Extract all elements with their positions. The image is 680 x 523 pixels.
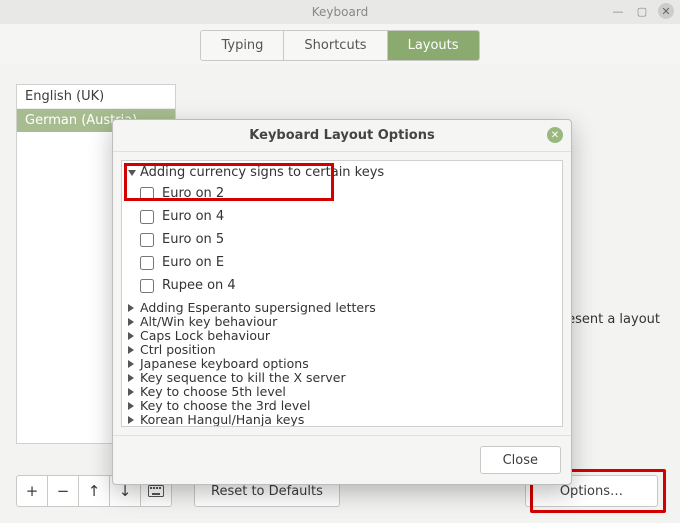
option-euro-on-4[interactable]: Euro on 4 <box>122 205 562 228</box>
tab-typing[interactable]: Typing <box>201 31 284 60</box>
group-esperanto[interactable]: Adding Esperanto supersigned letters <box>122 301 562 315</box>
group-currency-label: Adding currency signs to certain keys <box>140 165 384 180</box>
group-caps-lock[interactable]: Caps Lock behaviour <box>122 329 562 343</box>
group-korean[interactable]: Korean Hangul/Hanja keys <box>122 413 562 427</box>
tab-shortcuts[interactable]: Shortcuts <box>284 31 387 60</box>
dialog-close-icon[interactable]: ✕ <box>547 127 563 143</box>
chevron-right-icon <box>128 416 134 424</box>
chevron-right-icon <box>128 360 134 368</box>
option-euro-on-2[interactable]: Euro on 2 <box>122 182 562 205</box>
chevron-right-icon <box>128 402 134 410</box>
remove-layout-button[interactable]: − <box>47 475 79 507</box>
layout-item-english[interactable]: English (UK) <box>17 85 175 109</box>
option-euro-on-e[interactable]: Euro on E <box>122 251 562 274</box>
chevron-right-icon <box>128 388 134 396</box>
dialog-title: Keyboard Layout Options ✕ <box>113 120 571 152</box>
add-layout-button[interactable]: + <box>16 475 48 507</box>
dialog-title-text: Keyboard Layout Options <box>249 128 434 143</box>
group-ctrl-position[interactable]: Ctrl position <box>122 343 562 357</box>
group-3rd-level[interactable]: Key to choose the 3rd level <box>122 399 562 413</box>
chevron-right-icon <box>128 346 134 354</box>
checkbox-euro-on-2[interactable] <box>140 187 154 201</box>
chevron-right-icon <box>128 374 134 382</box>
option-rupee-on-4[interactable]: Rupee on 4 <box>122 274 562 297</box>
window-titlebar: Keyboard — ▢ ✕ <box>0 0 680 24</box>
chevron-right-icon <box>128 332 134 340</box>
group-alt-win[interactable]: Alt/Win key behaviour <box>122 315 562 329</box>
option-euro-on-5[interactable]: Euro on 5 <box>122 228 562 251</box>
group-kill-x[interactable]: Key sequence to kill the X server <box>122 371 562 385</box>
checkbox-euro-on-4[interactable] <box>140 210 154 224</box>
group-5th-level[interactable]: Key to choose 5th level <box>122 385 562 399</box>
chevron-right-icon <box>128 318 134 326</box>
dialog-close-button[interactable]: Close <box>480 446 561 474</box>
chevron-down-icon <box>128 170 136 176</box>
minimize-icon[interactable]: — <box>610 3 626 19</box>
group-currency-signs[interactable]: Adding currency signs to certain keys <box>122 163 562 182</box>
checkbox-euro-on-5[interactable] <box>140 233 154 247</box>
keyboard-layout-options-dialog: Keyboard Layout Options ✕ Adding currenc… <box>112 119 572 485</box>
move-up-button[interactable]: ↑ <box>78 475 110 507</box>
checkbox-rupee-on-4[interactable] <box>140 279 154 293</box>
window-title: Keyboard <box>312 5 368 19</box>
chevron-right-icon <box>128 304 134 312</box>
close-icon[interactable]: ✕ <box>658 3 674 19</box>
maximize-icon[interactable]: ▢ <box>634 3 650 19</box>
dialog-body: Adding currency signs to certain keys Eu… <box>121 160 563 427</box>
main-content: English (UK) German (Austria) epresent a… <box>0 64 680 523</box>
checkbox-euro-on-e[interactable] <box>140 256 154 270</box>
dialog-footer: Close <box>113 435 571 484</box>
group-japanese[interactable]: Japanese keyboard options <box>122 357 562 371</box>
tab-layouts[interactable]: Layouts <box>388 31 479 60</box>
